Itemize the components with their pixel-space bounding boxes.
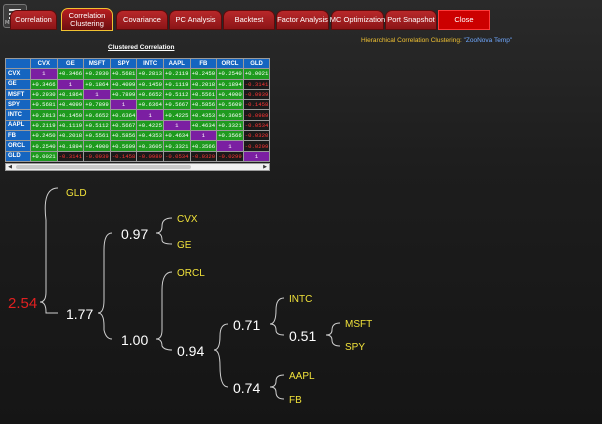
- dendrogram-node: 0.74: [233, 380, 260, 396]
- dendrogram-leaf: ORCL: [177, 268, 205, 279]
- dendrogram-link: [97, 232, 113, 340]
- dendrogram: 2.54 1.77 0.97 1.00 0.94 0.71 0.51 0.74 …: [8, 187, 372, 406]
- dendrogram-node: 1.00: [121, 332, 148, 348]
- dendrogram-link: [39, 187, 59, 314]
- dendrogram-link: [155, 217, 173, 245]
- dendrogram-node: 0.94: [177, 343, 204, 359]
- dendrogram-node: 0.97: [121, 226, 148, 242]
- dendrogram-leaf: INTC: [289, 294, 312, 305]
- dendrogram-link: [213, 323, 229, 388]
- dendrogram-leaf: AAPL: [289, 371, 315, 382]
- dendrogram-node: 1.77: [66, 306, 93, 322]
- dendrogram-node: 0.71: [233, 317, 260, 333]
- dendrogram-root-height: 2.54: [8, 295, 37, 312]
- dendrogram-leaf: FB: [289, 395, 302, 406]
- dendrogram-link: [269, 374, 285, 400]
- dendrogram-leaf: GLD: [66, 188, 87, 199]
- dendrogram-link: [269, 297, 285, 336]
- dendrogram-leaves: GLD CVX GE ORCL INTC MSFT SPY AAPL FB: [66, 188, 372, 406]
- dendrogram-leaf: SPY: [345, 342, 365, 353]
- dendrogram-link: [155, 271, 173, 351]
- dendrogram-link: [325, 322, 341, 347]
- dendrogram-leaf: GE: [177, 240, 192, 251]
- dendrogram-node: 0.51: [289, 328, 316, 344]
- dendrogram-leaf: CVX: [177, 214, 198, 225]
- dendrogram-leaf: MSFT: [345, 319, 372, 330]
